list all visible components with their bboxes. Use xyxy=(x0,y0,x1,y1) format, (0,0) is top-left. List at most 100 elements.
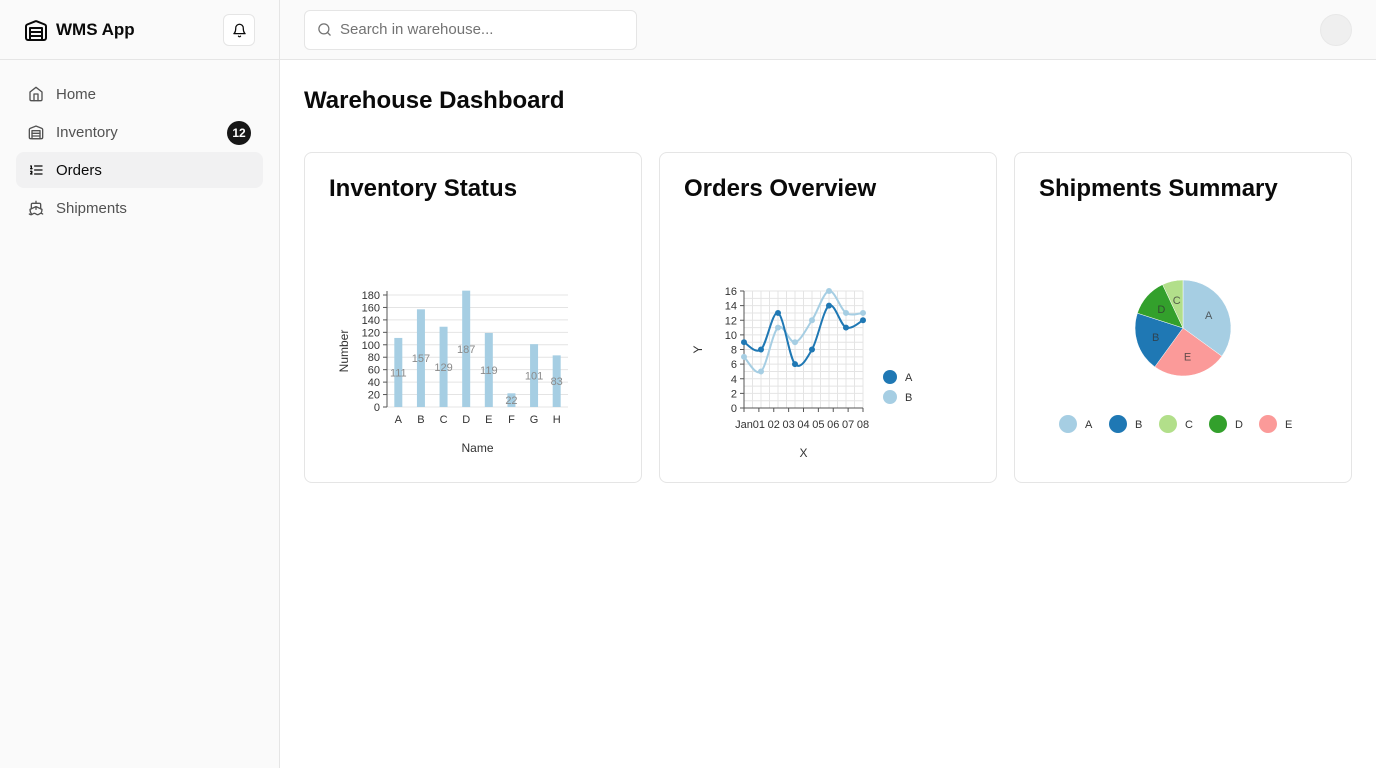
legend-marker xyxy=(883,390,897,404)
y-axis-label: Number xyxy=(337,330,351,373)
app-name: WMS App xyxy=(56,19,135,39)
legend-marker xyxy=(1209,415,1227,433)
y-tick-label: 140 xyxy=(362,315,380,327)
x-tick-label: 07 xyxy=(842,419,854,431)
bar-value-label: 101 xyxy=(525,371,543,383)
x-axis-label: X xyxy=(799,446,807,460)
dashboard-content: Warehouse Dashboard 0 20 40 60 80 100 120 140 16… xyxy=(280,60,1376,507)
slice-label: D xyxy=(1157,304,1165,316)
user-avatar[interactable] xyxy=(1320,14,1352,46)
sidebar-item-inventory[interactable]: Inventory 12 xyxy=(16,114,263,150)
y-tick-label: 6 xyxy=(731,359,737,371)
data-point xyxy=(792,361,798,368)
slice-label: A xyxy=(1205,310,1213,322)
cards-row: 0 20 40 60 80 100 120 140 160 180 111 A 157 B 129 C 187 D… xyxy=(304,152,1352,483)
data-point xyxy=(809,346,815,353)
sidebar-item-label: Shipments xyxy=(56,199,127,217)
search-box[interactable] xyxy=(304,9,637,50)
y-tick-label: 80 xyxy=(368,352,380,364)
legend-marker xyxy=(1059,415,1077,433)
legend-label: B xyxy=(905,392,912,404)
sidebar-item-label: Orders xyxy=(56,161,102,179)
inventory-count-badge: 12 xyxy=(227,121,251,145)
ship-icon xyxy=(28,200,44,216)
sidebar: WMS App Home Inventory 12 Orders Shipmen… xyxy=(0,0,280,768)
legend-label: A xyxy=(905,372,913,384)
y-tick-label: 12 xyxy=(725,315,737,327)
x-tick-label: 04 xyxy=(797,419,809,431)
search-input[interactable] xyxy=(340,21,620,38)
y-tick-label: 16 xyxy=(725,286,737,298)
x-tick-label: F xyxy=(508,414,515,426)
warehouse-logo-icon xyxy=(25,19,47,41)
x-tick-label: 06 xyxy=(827,419,839,431)
y-tick-label: 100 xyxy=(362,340,380,352)
legend-label: E xyxy=(1285,419,1292,431)
sidebar-item-shipments[interactable]: Shipments xyxy=(16,190,263,226)
search-icon xyxy=(318,23,331,36)
bar-value-label: 119 xyxy=(480,365,498,377)
y-tick-label: 4 xyxy=(731,374,737,386)
data-point xyxy=(826,302,832,309)
legend-label: D xyxy=(1235,419,1243,431)
x-tick-label: Jan xyxy=(735,419,753,431)
y-tick-label: 180 xyxy=(362,290,380,302)
sidebar-item-label: Home xyxy=(56,85,97,103)
orders-overview-card: 0 2 4 6 8 10 12 14 16 Jan 01 02 03 04 05 06 07 08 X Y A B Ord… xyxy=(659,152,997,483)
slice-label: C xyxy=(1173,295,1181,307)
data-point xyxy=(809,317,815,324)
data-point xyxy=(843,309,849,316)
data-point xyxy=(775,324,781,331)
y-tick-label: 14 xyxy=(725,301,737,313)
card-title: Orders Overview xyxy=(684,175,877,202)
main-area: Warehouse Dashboard 02040608010012014016… xyxy=(280,0,1376,768)
bar-value-label: 157 xyxy=(412,353,430,365)
data-point xyxy=(758,346,764,353)
bar-value-label: 22 xyxy=(505,395,517,407)
card-title: Inventory Status xyxy=(329,175,518,202)
sidebar-item-home[interactable]: Home xyxy=(16,76,263,112)
x-tick-label: E xyxy=(485,414,492,426)
legend-marker xyxy=(1109,415,1127,433)
y-tick-label: 40 xyxy=(368,377,380,389)
x-tick-label: 01 xyxy=(753,419,765,431)
notifications-button[interactable] xyxy=(223,14,255,46)
home-icon xyxy=(29,86,43,102)
x-tick-label: D xyxy=(462,414,470,426)
bell-icon xyxy=(232,23,246,37)
x-tick-label: H xyxy=(553,414,561,426)
legend-label: C xyxy=(1185,419,1193,431)
x-tick-label: C xyxy=(440,414,448,426)
legend-marker xyxy=(1159,415,1177,433)
bar-value-label: 129 xyxy=(434,362,452,374)
y-tick-label: 0 xyxy=(731,403,737,415)
y-tick-label: 120 xyxy=(362,327,380,339)
legend-label: B xyxy=(1135,419,1142,431)
page-title: Warehouse Dashboard xyxy=(304,87,565,114)
x-tick-label: A xyxy=(395,414,403,426)
y-tick-label: 10 xyxy=(725,330,737,342)
sidebar-item-label: Inventory xyxy=(56,123,118,141)
x-axis-label: Name xyxy=(461,441,493,455)
x-tick-label: 03 xyxy=(783,419,795,431)
sidebar-header: WMS App xyxy=(0,0,279,60)
x-tick-label: 05 xyxy=(812,419,824,431)
data-point xyxy=(860,309,866,316)
data-point xyxy=(741,339,747,346)
brand[interactable]: WMS App xyxy=(24,18,135,42)
x-tick-label: B xyxy=(417,414,424,426)
list-icon xyxy=(30,165,43,175)
slice-label: B xyxy=(1152,332,1159,344)
y-tick-label: 60 xyxy=(368,365,380,377)
x-tick-label: 02 xyxy=(768,419,780,431)
legend-marker xyxy=(1259,415,1277,433)
warehouse-icon xyxy=(28,125,44,140)
topbar xyxy=(280,0,1376,60)
data-point xyxy=(741,353,747,360)
shipments-summary-card: AEBDCABCDE Shipments Summary xyxy=(1014,152,1352,483)
bar-value-label: 187 xyxy=(457,344,475,356)
inventory-status-card: 0 20 40 60 80 100 120 140 160 180 111 A 157 B 129 C 187 D… xyxy=(304,152,642,483)
y-tick-label: 0 xyxy=(374,402,380,414)
sidebar-item-orders[interactable]: Orders xyxy=(16,152,263,188)
x-tick-label: 08 xyxy=(857,419,869,431)
